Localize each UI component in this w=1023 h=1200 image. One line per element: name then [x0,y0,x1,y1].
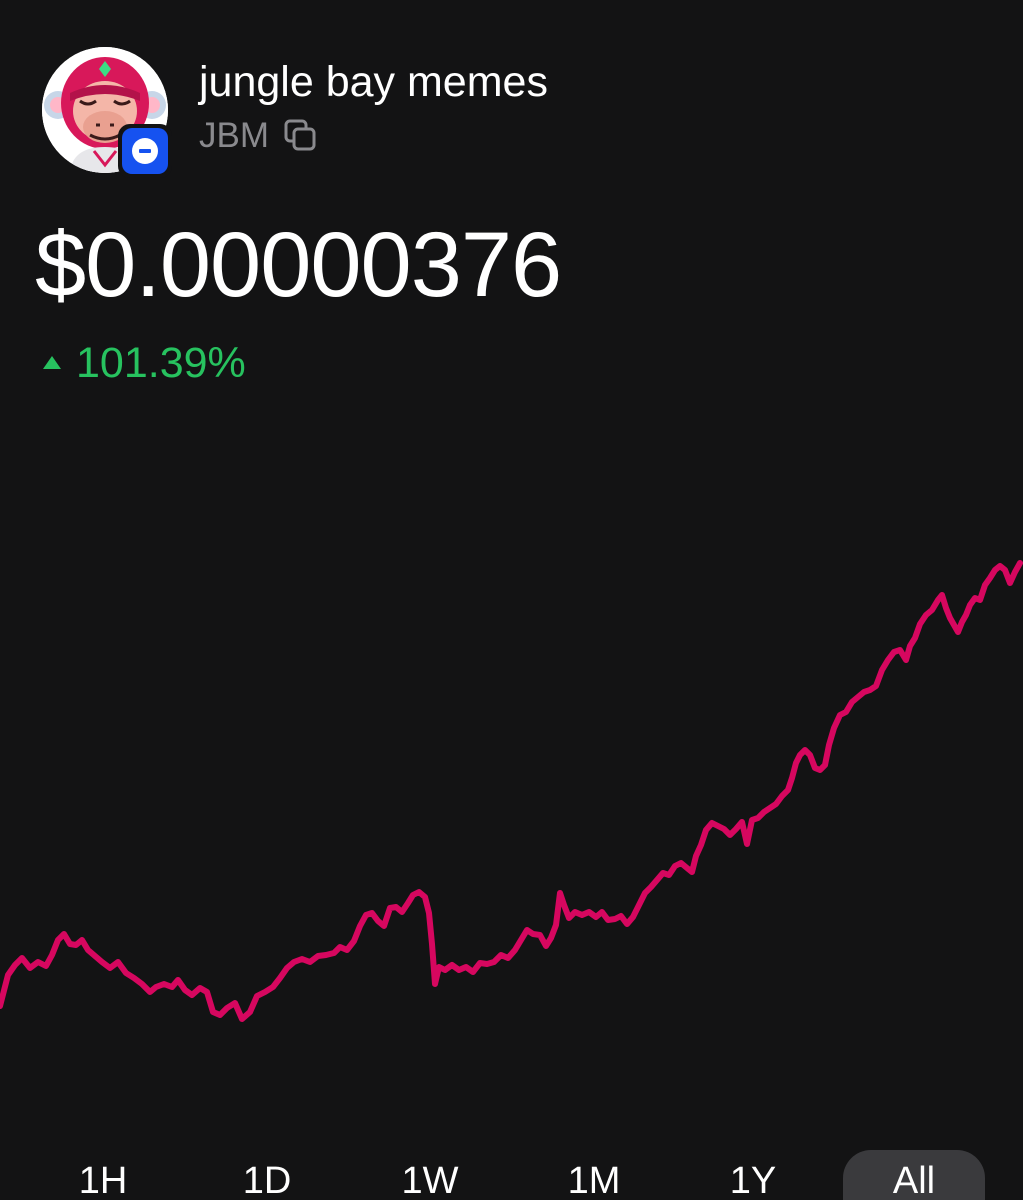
base-network-icon [118,124,172,178]
network-badge-inner [122,128,168,174]
token-price: $0.00000376 [35,214,562,316]
tab-1m[interactable]: 1M [548,1150,640,1200]
token-ticker: JBM [199,116,269,155]
tab-1h[interactable]: 1H [62,1150,144,1200]
triangle-up-icon [43,356,61,369]
tab-1y[interactable]: 1Y [712,1150,794,1200]
time-range-tabs: 1H 1D 1W 1M 1Y All [0,1150,1023,1200]
price-chart[interactable] [0,400,1023,1140]
network-badge-bar [139,149,151,153]
tab-all[interactable]: All [843,1150,985,1200]
price-change-percent: 101.39% [76,339,246,387]
price-series-line [0,560,1023,1022]
tab-1w[interactable]: 1W [384,1150,476,1200]
price-change-row: 101.39% [40,338,246,388]
tab-1d[interactable]: 1D [226,1150,308,1200]
network-badge-circle [132,138,158,164]
token-name: jungle bay memes [199,58,548,106]
price-chart-svg[interactable] [0,400,1023,1140]
ticker-row: JBM [199,116,319,156]
token-detail-screen: jungle bay memes JBM $0.00000376 101.39%… [0,0,1023,1200]
copy-icon[interactable] [283,118,319,154]
